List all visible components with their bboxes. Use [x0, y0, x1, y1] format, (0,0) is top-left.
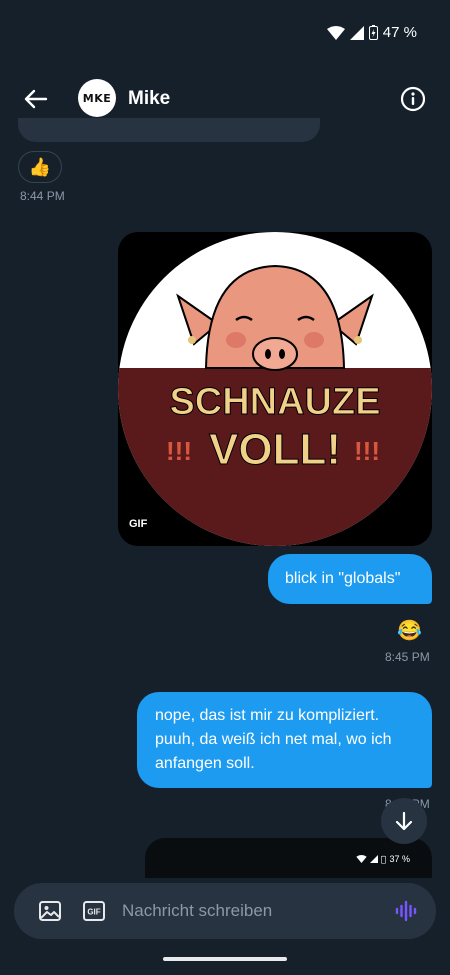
message-text-line: anfangen soll.	[155, 755, 255, 772]
home-indicator[interactable]	[163, 957, 287, 961]
outgoing-message-bubble[interactable]: blick in "globals"	[268, 554, 432, 604]
battery-percent: 47 %	[382, 24, 417, 41]
message-composer: GIF	[14, 883, 436, 939]
contact-name[interactable]: Mike	[128, 88, 170, 110]
battery-icon	[381, 855, 387, 864]
message-text-line: puuh, da weiß ich net mal, wo ich	[155, 731, 392, 748]
message-text-line: nope, das ist mir zu kompliziert.	[155, 707, 380, 724]
gif-icon[interactable]: GIF	[82, 899, 106, 923]
gif-badge: GIF	[124, 515, 153, 533]
emoji-reply-laughing: 😂	[397, 620, 422, 642]
status-icons: 47 %	[326, 24, 417, 41]
nested-battery-percent: 37 %	[389, 854, 410, 864]
back-arrow-icon[interactable]	[22, 85, 50, 113]
cell-signal-icon	[349, 25, 364, 40]
cell-signal-icon	[370, 855, 379, 863]
message-text: blick in "globals"	[285, 570, 401, 587]
gif-message[interactable]: SCHNAUZE VOLL! !!! !!!	[118, 232, 432, 546]
image-message-partial[interactable]: 37 %	[145, 838, 432, 878]
arrow-down-icon	[395, 811, 413, 831]
svg-text:SCHNAUZE: SCHNAUZE	[169, 381, 380, 423]
thumbs-up-icon: 👍	[28, 156, 52, 177]
reaction-thumbs-up[interactable]: 👍	[18, 151, 62, 183]
outgoing-message-bubble[interactable]: nope, das ist mir zu kompliziert. puuh, …	[137, 692, 432, 788]
scroll-to-bottom-button[interactable]	[381, 798, 427, 844]
avatar[interactable]: MKE	[78, 79, 116, 117]
image-icon[interactable]	[38, 899, 62, 923]
svg-text:VOLL!: VOLL!	[209, 425, 341, 474]
status-bar: 47 %	[0, 0, 450, 68]
voice-message-icon[interactable]	[394, 899, 418, 923]
previous-message-bubble	[18, 118, 320, 142]
message-timestamp: 8:45 PM	[385, 650, 430, 664]
battery-icon	[368, 25, 378, 40]
message-input[interactable]	[122, 899, 382, 923]
svg-text:GIF: GIF	[87, 908, 100, 917]
wifi-icon	[356, 855, 368, 863]
svg-text:!!!: !!!	[354, 436, 380, 466]
nested-status-bar: 37 %	[356, 854, 410, 864]
gif-image: SCHNAUZE VOLL! !!! !!!	[118, 232, 432, 546]
svg-text:!!!: !!!	[166, 436, 192, 466]
info-icon[interactable]	[400, 86, 426, 112]
wifi-icon	[326, 25, 345, 40]
message-timestamp: 8:44 PM	[20, 189, 65, 203]
